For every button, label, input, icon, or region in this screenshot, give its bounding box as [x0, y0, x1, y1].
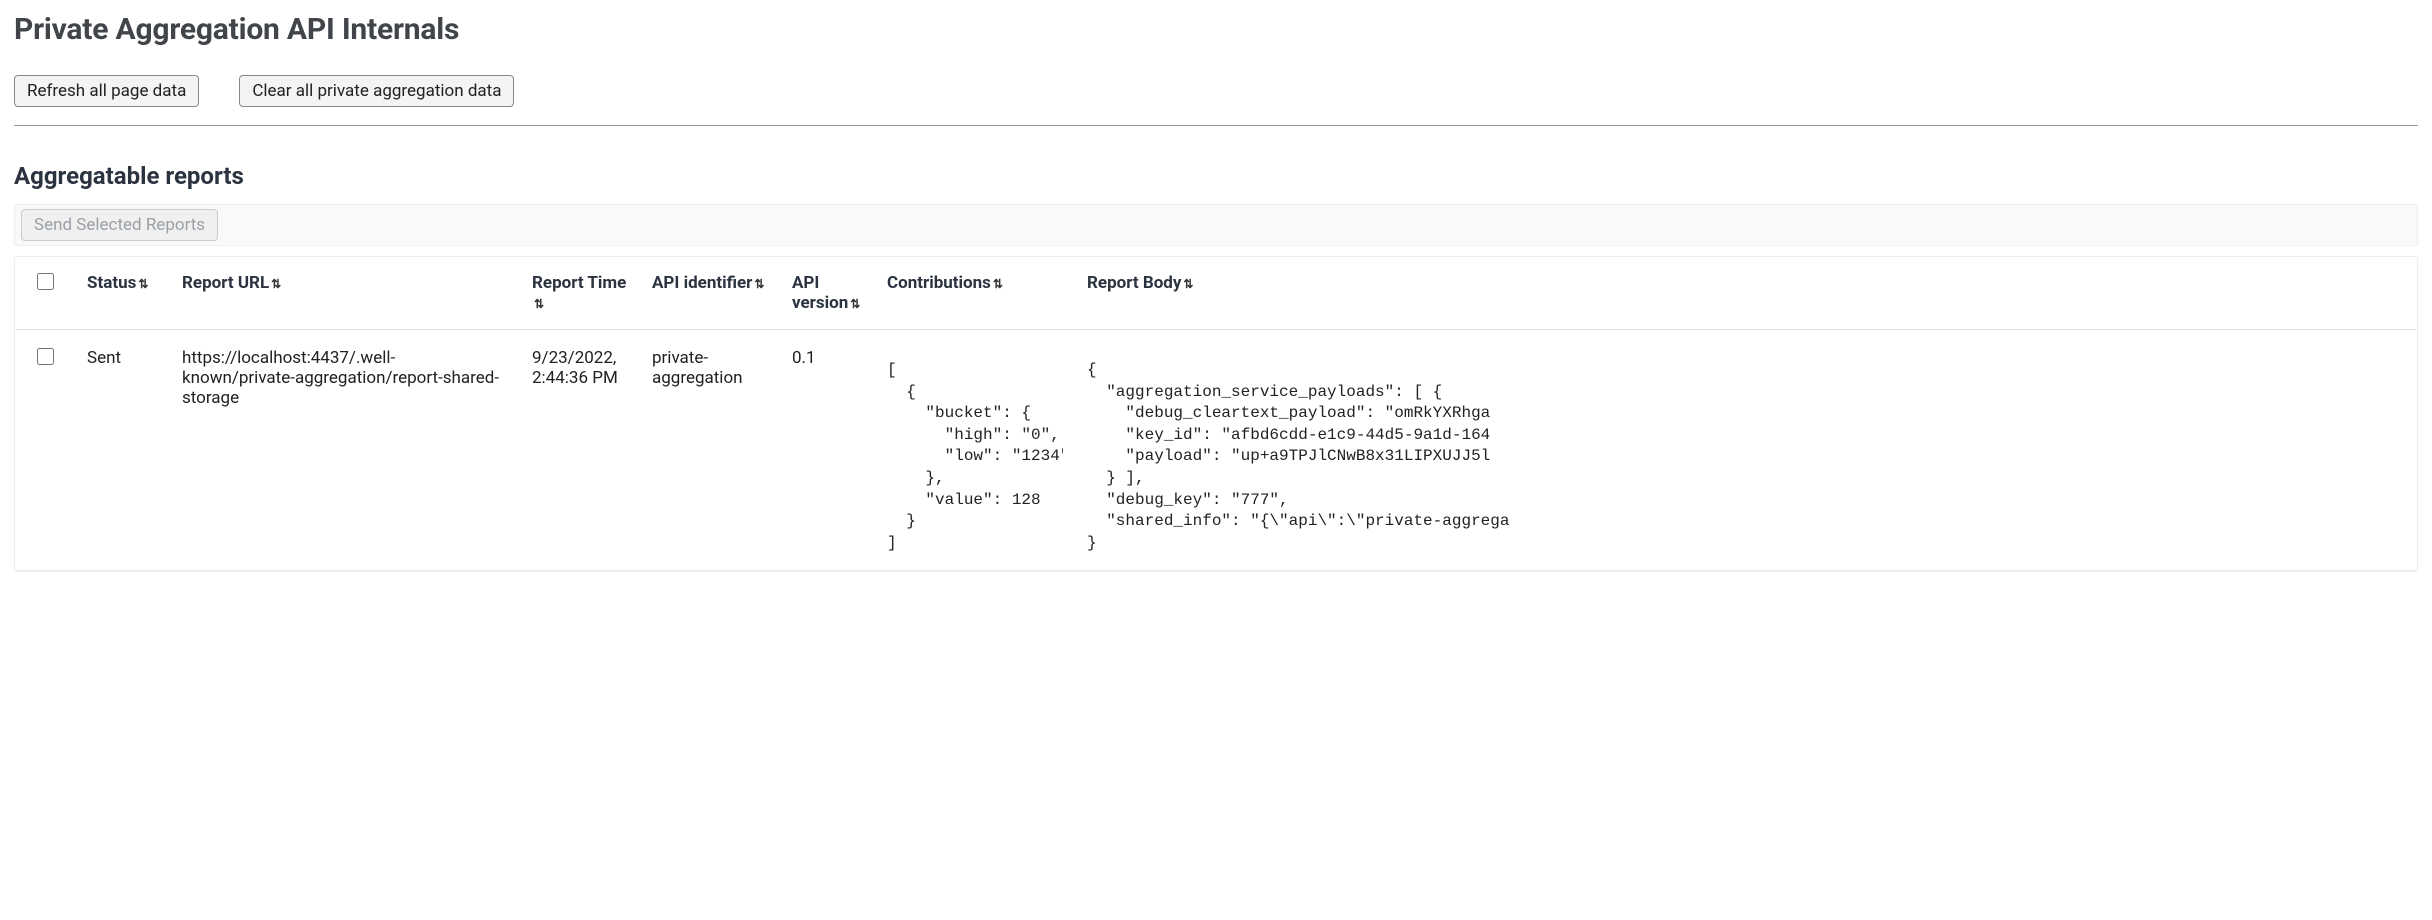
header-report-url-label: Report URL [182, 273, 269, 293]
header-report-time-label: Report Time [532, 273, 626, 293]
header-report-body[interactable]: Report Body [1075, 257, 2417, 330]
toolbar: Refresh all page data Clear all private … [14, 75, 2418, 107]
report-body-code: { "aggregation_service_payloads": [ { "d… [1087, 360, 2405, 554]
header-status[interactable]: Status [75, 257, 170, 330]
header-contributions[interactable]: Contributions [875, 257, 1075, 330]
sort-icon [754, 278, 764, 290]
header-status-label: Status [87, 273, 136, 293]
send-row: Send Selected Reports [14, 204, 2418, 246]
send-selected-button: Send Selected Reports [21, 209, 218, 241]
cell-report-time: 9/23/2022, 2:44:36 PM [520, 330, 640, 571]
header-api-ver-label: API version [792, 273, 848, 313]
select-row-checkbox[interactable] [37, 348, 54, 365]
sort-icon [993, 278, 1003, 290]
header-report-time[interactable]: Report Time [520, 257, 640, 330]
header-api-version[interactable]: API version [780, 257, 875, 330]
header-api-id-label: API identifier [652, 273, 752, 293]
cell-status: Sent [75, 330, 170, 571]
header-report-url[interactable]: Report URL [170, 257, 520, 330]
cell-report-url: https://localhost:4437/.well-known/priva… [170, 330, 520, 571]
header-body-label: Report Body [1087, 273, 1181, 293]
sort-icon [138, 278, 148, 290]
clear-data-button[interactable]: Clear all private aggregation data [239, 75, 514, 107]
header-contrib-label: Contributions [887, 273, 991, 293]
sort-icon [534, 298, 544, 310]
refresh-button[interactable]: Refresh all page data [14, 75, 199, 107]
cell-api-version: 0.1 [780, 330, 875, 571]
sort-icon [271, 278, 281, 290]
table-header-row: Status Report URL Report Time API identi… [15, 257, 2417, 330]
header-checkbox-cell [15, 257, 75, 330]
cell-report-body: { "aggregation_service_payloads": [ { "d… [1075, 330, 2417, 571]
divider [14, 125, 2418, 126]
cell-contributions: [ { "bucket": { "high": "0", "low": "123… [875, 330, 1075, 571]
cell-api-identifier: private-aggregation [640, 330, 780, 571]
sort-icon [1183, 278, 1193, 290]
contributions-code: [ { "bucket": { "high": "0", "low": "123… [887, 360, 1063, 554]
row-checkbox-cell [15, 330, 75, 571]
section-heading: Aggregatable reports [14, 162, 2418, 190]
reports-table-wrap: Status Report URL Report Time API identi… [14, 256, 2418, 572]
header-api-identifier[interactable]: API identifier [640, 257, 780, 330]
select-all-checkbox[interactable] [37, 273, 54, 290]
reports-table: Status Report URL Report Time API identi… [15, 257, 2417, 571]
table-row: Sent https://localhost:4437/.well-known/… [15, 330, 2417, 571]
page-title: Private Aggregation API Internals [14, 12, 2418, 47]
sort-icon [850, 298, 860, 310]
